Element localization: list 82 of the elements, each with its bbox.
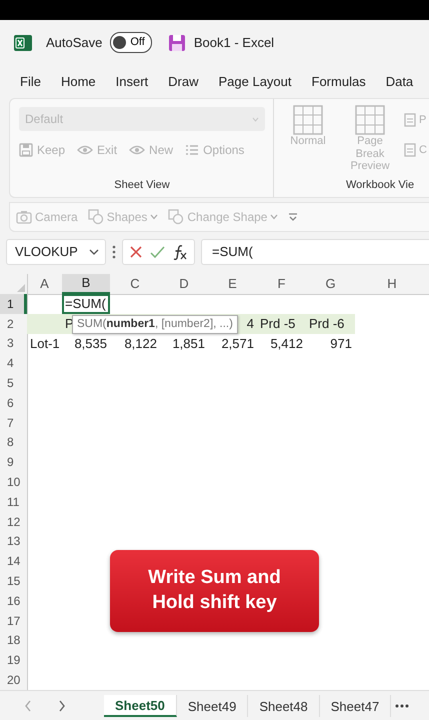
- formula-field[interactable]: =SUM(: [201, 239, 429, 265]
- table-cell: Prd -6: [306, 314, 355, 334]
- sheet-tab[interactable]: Sheet49: [176, 695, 248, 718]
- table-cell-text: 8,535: [73, 334, 108, 353]
- excel-logo-icon: [14, 34, 32, 52]
- caret-icon: [252, 116, 259, 122]
- row-header[interactable]: 8: [0, 432, 27, 452]
- row-header[interactable]: 9: [0, 452, 27, 472]
- overflow-icon[interactable]: [288, 212, 298, 222]
- table-cell-text: 1,851: [171, 334, 206, 353]
- save-icon[interactable]: [168, 34, 186, 52]
- table-cell-text: 971: [329, 334, 353, 353]
- menu-tab[interactable]: Data: [372, 72, 420, 92]
- row-header[interactable]: 4: [0, 353, 27, 374]
- save-icon: [19, 143, 33, 157]
- window-title: Book1 - Excel: [194, 34, 274, 52]
- column-header[interactable]: H: [355, 274, 429, 294]
- caption-text: Write Sum and: [148, 566, 281, 590]
- menu-tab[interactable]: Home: [48, 72, 103, 92]
- menu-tab[interactable]: File: [6, 72, 48, 92]
- row-header[interactable]: 12: [0, 512, 27, 532]
- eye-icon: [77, 144, 94, 156]
- row-header[interactable]: 18: [0, 630, 27, 650]
- table-cell-text: Lot-1: [29, 334, 61, 353]
- page-icon: [404, 113, 416, 127]
- column-header[interactable]: F: [257, 274, 306, 294]
- row-header[interactable]: 20: [0, 670, 27, 690]
- row-header[interactable]: 2: [0, 314, 27, 334]
- active-cell[interactable]: =SUM(: [62, 294, 110, 314]
- sheet-tab[interactable]: Sheet47: [320, 695, 392, 718]
- menu-tab[interactable]: Formulas: [298, 72, 373, 92]
- column-header[interactable]: D: [160, 274, 208, 294]
- eye-icon: [129, 144, 146, 156]
- function-icon[interactable]: [172, 244, 188, 260]
- table-cell-text: 2,571: [220, 334, 255, 353]
- shapes-icon: [168, 209, 184, 225]
- grid-icon: [293, 105, 323, 135]
- row-header[interactable]: 3: [0, 334, 27, 354]
- more-icon: [112, 245, 116, 259]
- autosave-toggle[interactable]: Off: [110, 32, 152, 53]
- row-header[interactable]: 5: [0, 373, 27, 393]
- chevron-right-icon[interactable]: [58, 700, 66, 712]
- row-header[interactable]: 10: [0, 472, 27, 492]
- table-cell: Prd -5: [257, 314, 306, 334]
- row-header[interactable]: 17: [0, 610, 27, 631]
- row-header[interactable]: 15: [0, 571, 27, 591]
- grid-icon: [355, 105, 385, 135]
- group-label: Workbook Vie: [345, 178, 416, 192]
- table-cell-text: 5,412: [269, 334, 304, 353]
- name-box[interactable]: VLOOKUP: [6, 239, 106, 265]
- group-label: Sheet View: [113, 178, 171, 192]
- close-icon[interactable]: [129, 245, 143, 259]
- chevron-left-icon[interactable]: [24, 700, 32, 712]
- shapes-icon: [88, 209, 104, 225]
- row-header[interactable]: 14: [0, 551, 27, 572]
- list-icon: [185, 144, 200, 156]
- column-header[interactable]: C: [110, 274, 160, 294]
- row-header[interactable]: 11: [0, 492, 27, 512]
- row-header[interactable]: 7: [0, 412, 27, 433]
- page-icon: [404, 143, 416, 157]
- row-header[interactable]: 13: [0, 532, 27, 552]
- check-icon[interactable]: [150, 245, 165, 259]
- table-cell-text: 8,122: [123, 334, 158, 353]
- menu-tab[interactable]: Insert: [102, 72, 156, 92]
- sheet-tab[interactable]: Sheet48: [248, 695, 320, 718]
- row-header[interactable]: 1: [0, 294, 27, 314]
- column-header[interactable]: E: [208, 274, 257, 294]
- caption-text: Hold shift key: [152, 591, 277, 615]
- function-tooltip: SUM(number1, [number2], ...): [72, 315, 238, 334]
- column-header[interactable]: B: [62, 274, 110, 294]
- column-header[interactable]: A: [27, 274, 62, 294]
- menu-tab[interactable]: Page Layout: [206, 72, 299, 92]
- sheet-tab[interactable]: Sheet50: [104, 695, 177, 718]
- camera-icon: [16, 210, 32, 224]
- row-header[interactable]: 6: [0, 392, 27, 413]
- chevron-icon: [89, 248, 99, 256]
- more-icon[interactable]: [395, 704, 410, 708]
- menu-tab[interactable]: Draw: [155, 72, 206, 92]
- row-header[interactable]: 19: [0, 650, 27, 670]
- row-header[interactable]: 16: [0, 590, 27, 611]
- autosave-label: AutoSave: [46, 34, 102, 52]
- column-header[interactable]: G: [306, 274, 355, 294]
